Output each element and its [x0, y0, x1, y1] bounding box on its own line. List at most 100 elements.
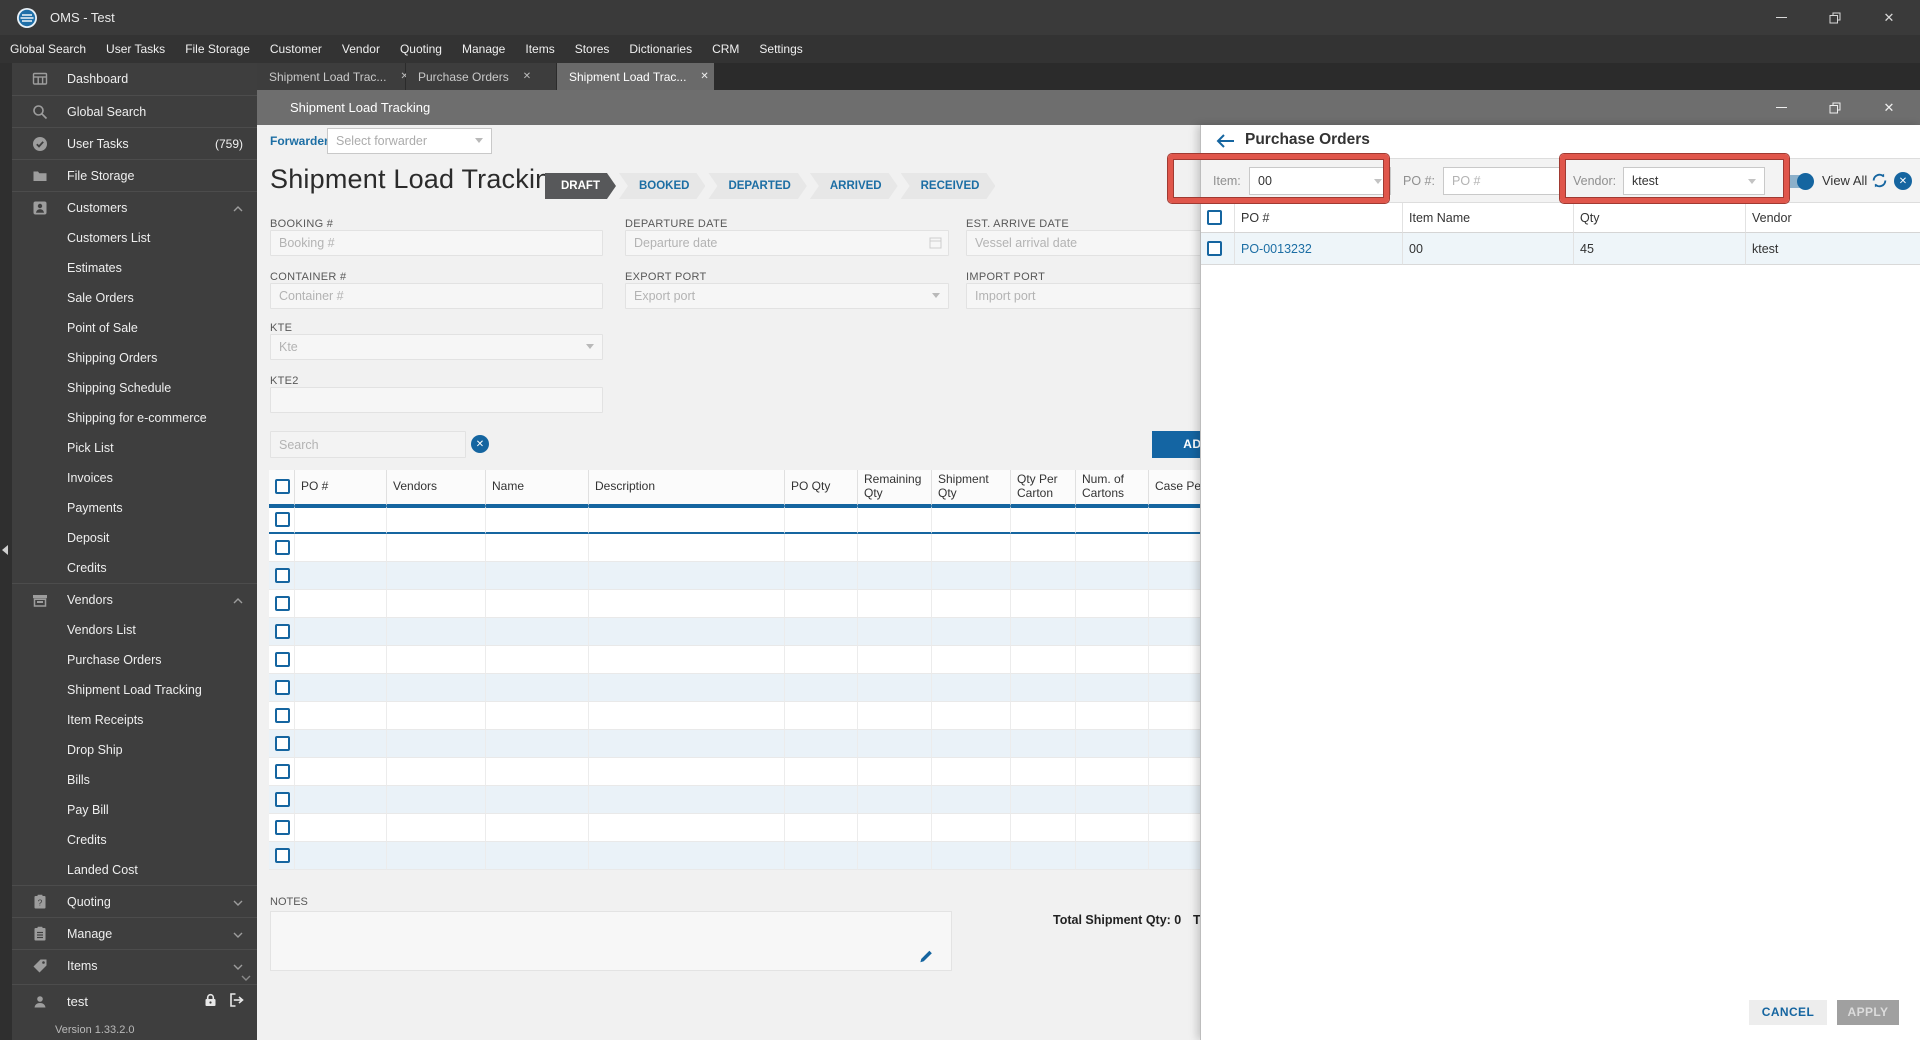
table-row[interactable] — [269, 505, 1269, 534]
table-row[interactable] — [269, 813, 1269, 842]
table-row[interactable] — [269, 785, 1269, 814]
row-checkbox[interactable] — [275, 595, 290, 611]
tab-shipment-load-tracking-1[interactable]: Shipment Load Trac... ✕ — [257, 63, 409, 90]
table-row[interactable] — [269, 645, 1269, 674]
po-col-po[interactable]: PO # — [1235, 203, 1403, 233]
menu-items[interactable]: Items — [515, 35, 564, 63]
table-row[interactable] — [269, 589, 1269, 618]
forwarder-select[interactable]: Select forwarder — [327, 128, 492, 154]
col-name[interactable]: Name — [486, 470, 589, 506]
po-col-item-name[interactable]: Item Name — [1403, 203, 1574, 233]
row-checkbox[interactable] — [275, 679, 290, 695]
sidebar-item-shipment-load-tracking[interactable]: Shipment Load Tracking — [12, 675, 257, 705]
kte-select[interactable]: Kte — [270, 334, 603, 360]
row-checkbox[interactable] — [275, 623, 290, 639]
window-restore-button[interactable] — [1812, 0, 1858, 35]
departure-date-input[interactable] — [625, 230, 949, 256]
sidebar-collapse-arrow-icon[interactable] — [2, 545, 8, 555]
search-input[interactable] — [270, 431, 466, 458]
inner-close-button[interactable]: ✕ — [1866, 90, 1912, 125]
sidebar-item-vendor-credits[interactable]: Credits — [12, 825, 257, 855]
menu-customer[interactable]: Customer — [260, 35, 332, 63]
sidebar-item-deposit[interactable]: Deposit — [12, 523, 257, 553]
po-number-link[interactable]: PO-0013232 — [1241, 242, 1312, 256]
menu-crm[interactable]: CRM — [702, 35, 749, 63]
sidebar-item-shipping-schedule[interactable]: Shipping Schedule — [12, 373, 257, 403]
col-shipment-qty[interactable]: Shipment Qty — [932, 470, 1011, 506]
sidebar-item-customers-list[interactable]: Customers List — [12, 223, 257, 253]
export-port-select[interactable]: Export port — [625, 283, 949, 309]
sidebar-item-customers[interactable]: Customers — [12, 191, 257, 223]
tab-shipment-load-tracking-2[interactable]: Shipment Load Trac... ✕ — [557, 63, 714, 90]
refresh-icon[interactable] — [1871, 172, 1888, 189]
sidebar-item-estimates[interactable]: Estimates — [12, 253, 257, 283]
search-clear-icon[interactable]: ✕ — [471, 435, 489, 453]
kte2-input[interactable] — [270, 387, 603, 413]
table-row[interactable] — [269, 757, 1269, 786]
inner-minimize-button[interactable] — [1758, 90, 1804, 125]
po-filter-input[interactable] — [1443, 167, 1561, 195]
po-table-row[interactable]: PO-0013232 00 45 ktest — [1201, 233, 1920, 265]
col-qty-per-carton[interactable]: Qty Per Carton — [1011, 470, 1076, 506]
table-row[interactable] — [269, 841, 1269, 870]
sidebar-item-items[interactable]: Items — [12, 949, 257, 981]
inner-restore-button[interactable] — [1812, 90, 1858, 125]
po-row-checkbox[interactable] — [1207, 241, 1222, 257]
notes-textarea[interactable] — [270, 911, 952, 971]
window-minimize-button[interactable] — [1758, 0, 1804, 35]
sidebar-item-sale-orders[interactable]: Sale Orders — [12, 283, 257, 313]
row-checkbox[interactable] — [275, 847, 290, 863]
status-departed[interactable]: DEPARTED — [708, 173, 806, 199]
sidebar-item-shipping-orders[interactable]: Shipping Orders — [12, 343, 257, 373]
sidebar-item-file-storage[interactable]: File Storage — [12, 159, 257, 191]
menu-manage[interactable]: Manage — [452, 35, 515, 63]
menu-stores[interactable]: Stores — [565, 35, 620, 63]
container-input[interactable] — [270, 283, 603, 309]
row-checkbox[interactable] — [275, 651, 290, 667]
sidebar-item-dashboard[interactable]: Dashboard — [12, 63, 257, 95]
po-col-vendor[interactable]: Vendor — [1746, 203, 1920, 233]
select-all-checkbox[interactable] — [275, 479, 290, 495]
menu-settings[interactable]: Settings — [749, 35, 812, 63]
panel-close-icon[interactable]: ✕ — [1894, 172, 1912, 190]
sidebar-item-bills[interactable]: Bills — [12, 765, 257, 795]
sidebar-item-pick-list[interactable]: Pick List — [12, 433, 257, 463]
status-booked[interactable]: BOOKED — [619, 173, 705, 199]
col-vendors[interactable]: Vendors — [387, 470, 486, 506]
table-row[interactable] — [269, 561, 1269, 590]
window-close-button[interactable]: ✕ — [1866, 0, 1912, 35]
menu-vendor[interactable]: Vendor — [332, 35, 390, 63]
status-arrived[interactable]: ARRIVED — [810, 173, 898, 199]
tab-close-icon[interactable]: ✕ — [700, 71, 708, 82]
sidebar-item-purchase-orders[interactable]: Purchase Orders — [12, 645, 257, 675]
sidebar-item-credits[interactable]: Credits — [12, 553, 257, 583]
est-arrive-input[interactable] — [966, 230, 1216, 256]
sidebar-item-pay-bill[interactable]: Pay Bill — [12, 795, 257, 825]
col-description[interactable]: Description — [589, 470, 785, 506]
table-row[interactable] — [269, 533, 1269, 562]
sidebar-item-vendors-list[interactable]: Vendors List — [12, 615, 257, 645]
lock-icon[interactable] — [204, 993, 217, 1010]
table-row[interactable] — [269, 701, 1269, 730]
cancel-button[interactable]: CANCEL — [1749, 1000, 1827, 1025]
po-select-all-checkbox[interactable] — [1207, 210, 1222, 226]
menu-dictionaries[interactable]: Dictionaries — [619, 35, 702, 63]
row-checkbox[interactable] — [275, 567, 290, 583]
menu-global-search[interactable]: Global Search — [0, 35, 96, 63]
sidebar-item-quoting[interactable]: ? Quoting — [12, 885, 257, 917]
tab-purchase-orders[interactable]: Purchase Orders ✕ — [406, 63, 556, 90]
sidebar-item-invoices[interactable]: Invoices — [12, 463, 257, 493]
booking-input[interactable] — [270, 230, 603, 256]
sidebar-item-user-tasks[interactable]: User Tasks (759) — [12, 127, 257, 159]
row-checkbox[interactable] — [275, 539, 290, 555]
table-row[interactable] — [269, 729, 1269, 758]
sidebar-item-landed-cost[interactable]: Landed Cost — [12, 855, 257, 885]
apply-button[interactable]: APPLY — [1837, 1000, 1899, 1025]
status-draft[interactable]: DRAFT — [545, 173, 616, 199]
tab-close-icon[interactable]: ✕ — [523, 71, 531, 82]
sidebar-item-manage[interactable]: Manage — [12, 917, 257, 949]
table-row[interactable] — [269, 617, 1269, 646]
po-col-qty[interactable]: Qty — [1574, 203, 1746, 233]
row-checkbox[interactable] — [275, 819, 290, 835]
table-row[interactable] — [269, 673, 1269, 702]
